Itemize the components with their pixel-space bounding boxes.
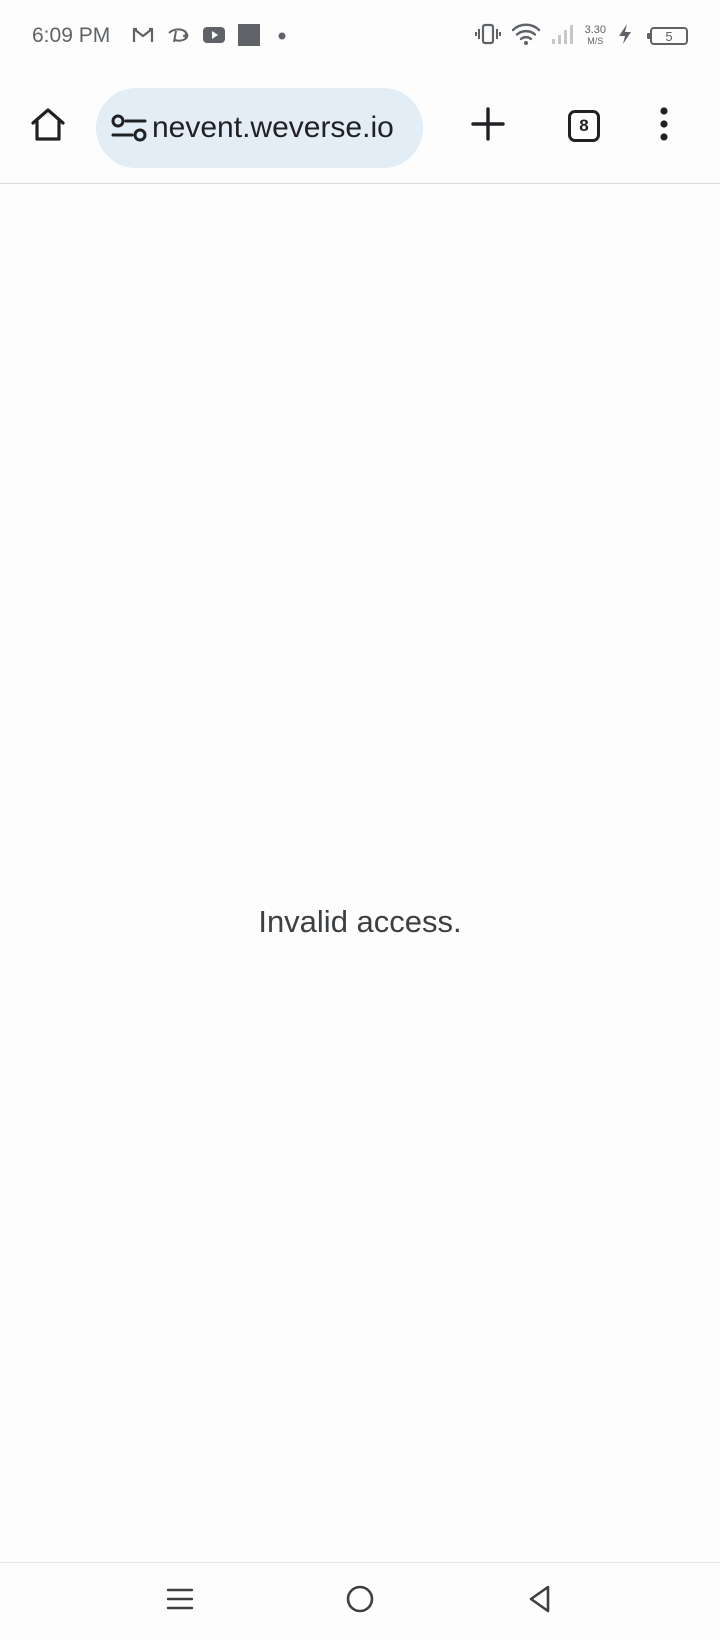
back-icon [526,1584,554,1619]
vibrate-icon [474,23,501,50]
url-text[interactable]: nevent.weverse.io [148,111,423,145]
recents-button[interactable] [158,1579,202,1623]
notification-dot-icon [272,28,292,46]
youtube-icon [202,26,226,49]
network-speed: 3.30 M/S [585,25,606,47]
web-page-content: Invalid access. [0,184,720,1562]
signal-icon [551,23,575,50]
home-nav-button[interactable] [338,1579,382,1623]
address-bar[interactable]: nevent.weverse.io [96,88,423,168]
status-system-icons: 3.30 M/S 5 [474,22,688,51]
disney-plus-icon [166,25,190,50]
back-button[interactable] [518,1579,562,1623]
recents-icon [166,1586,194,1617]
more-options-button[interactable] [640,102,688,150]
tab-count: 8 [568,110,600,142]
error-message: Invalid access. [258,904,462,939]
new-tab-button[interactable] [464,102,512,150]
home-icon [29,105,67,148]
battery-indicator: 5 [647,27,688,45]
network-speed-value: 3.30 [584,24,606,36]
status-bar: 6:09 PM 3.30 M/S 5 [0,0,720,72]
home-circle-icon [345,1584,375,1619]
home-button[interactable] [24,102,72,150]
network-speed-unit: M/S [587,36,604,46]
tab-switcher-button[interactable]: 8 [560,102,608,150]
wifi-icon [511,22,541,51]
app-square-icon [238,23,260,51]
status-time: 6:09 PM [32,24,111,47]
battery-level: 5 [665,28,673,44]
charging-icon [616,23,634,50]
gmail-icon [132,26,154,49]
browser-toolbar: nevent.weverse.io 8 [0,72,720,184]
status-notification-icons [132,23,292,51]
more-vert-icon [658,106,670,147]
site-settings-icon[interactable] [110,109,148,147]
system-navigation-bar [0,1562,720,1640]
plus-icon [470,106,506,147]
